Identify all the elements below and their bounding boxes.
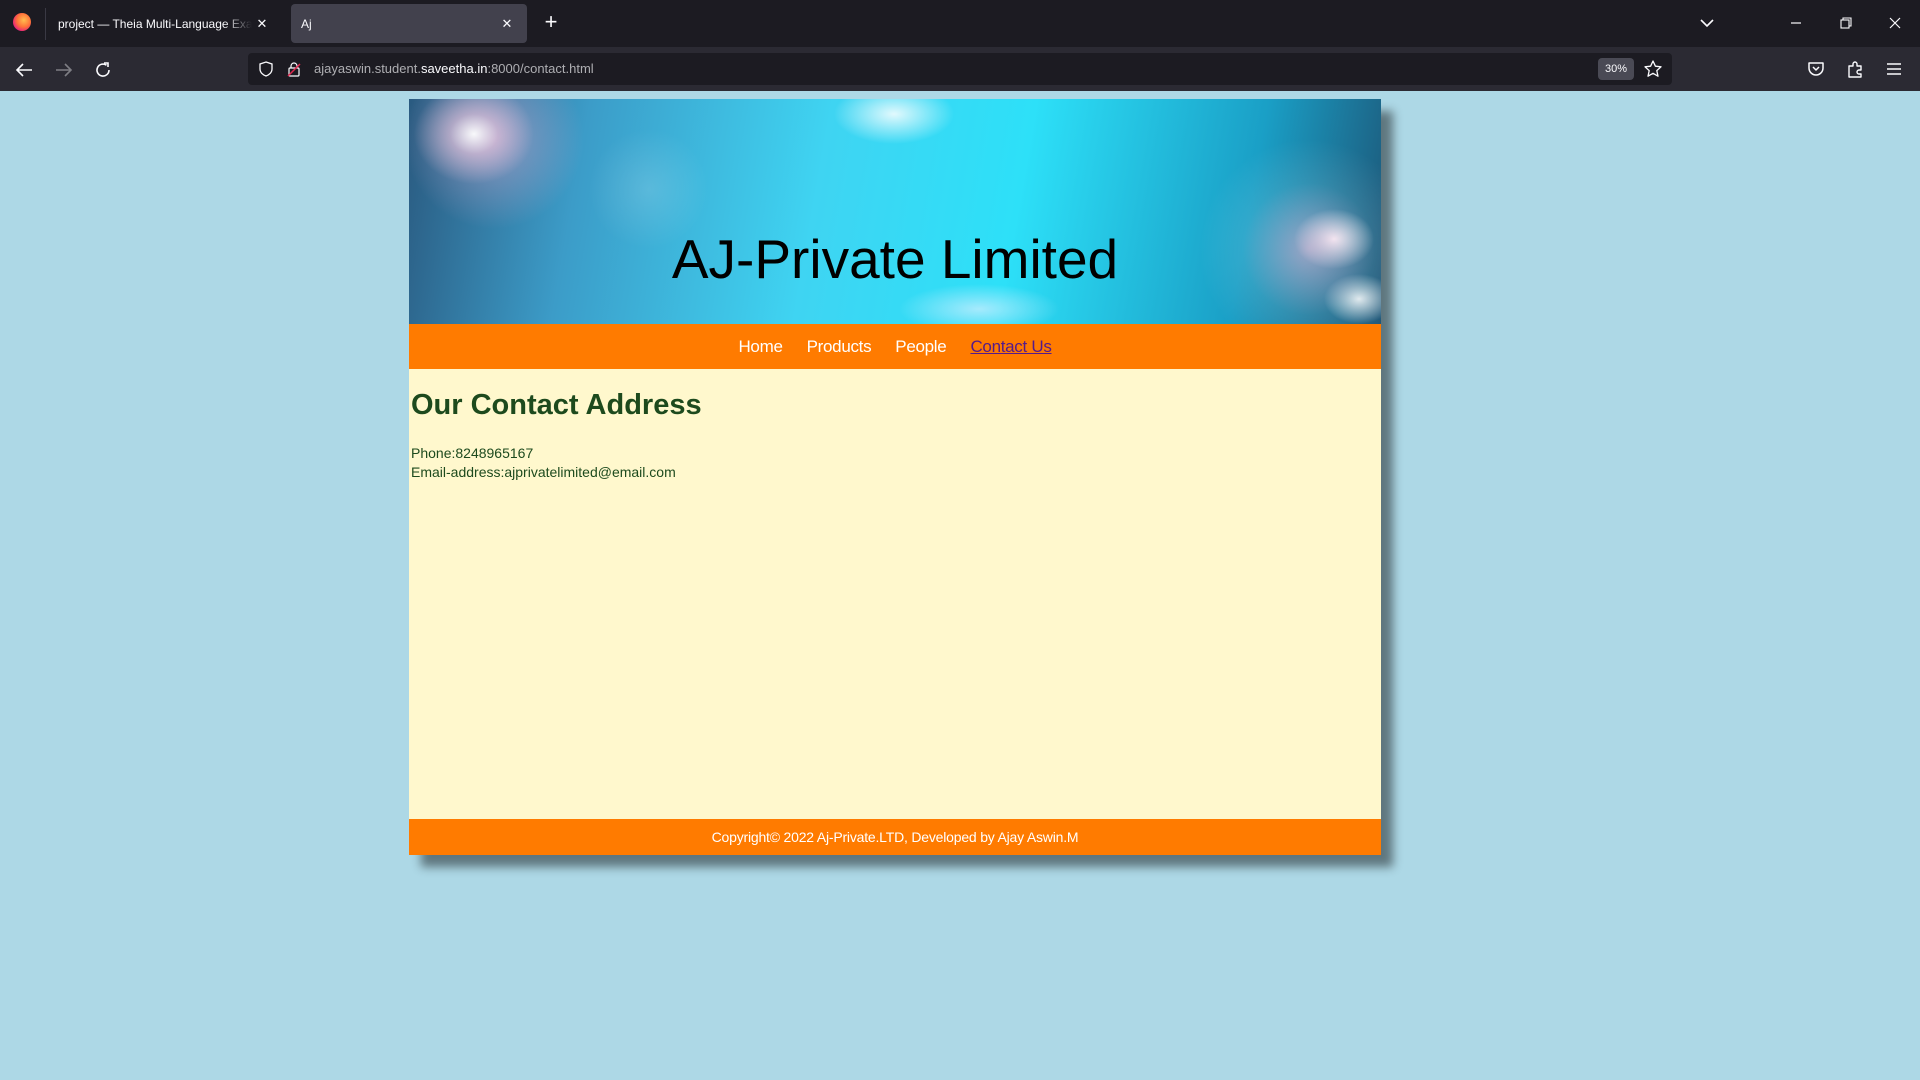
tab-separator <box>45 8 46 40</box>
close-icon[interactable]: ✕ <box>497 14 517 34</box>
url-path: :8000/contact.html <box>487 61 594 76</box>
firefox-logo-icon <box>13 13 31 31</box>
tab-title: Aj <box>301 16 312 31</box>
nav-link-contact-us[interactable]: Contact Us <box>970 337 1051 357</box>
site-container: AJ-Private Limited Home Products People … <box>409 99 1381 855</box>
header-banner: AJ-Private Limited <box>409 99 1381 324</box>
reload-icon[interactable] <box>90 57 116 83</box>
chevron-down-icon[interactable] <box>1695 11 1719 35</box>
nav-link-products[interactable]: Products <box>807 337 872 357</box>
phone-text: Phone:8248965167 <box>411 445 534 461</box>
back-arrow-icon[interactable] <box>11 57 37 83</box>
restore-icon[interactable] <box>1834 11 1858 35</box>
main-nav: Home Products People Contact Us <box>409 324 1381 369</box>
tab-project[interactable]: project — Theia Multi-Language Exam ✕ <box>48 4 282 43</box>
footer-copyright: Copyright© 2022 Aj-Private.LTD, Develope… <box>409 819 1381 855</box>
nav-link-home[interactable]: Home <box>738 337 782 357</box>
shield-icon[interactable] <box>258 61 274 77</box>
browser-chrome: project — Theia Multi-Language Exam ✕ Aj… <box>0 0 1920 91</box>
new-tab-plus-icon[interactable]: + <box>540 11 562 34</box>
bookmark-star-icon[interactable] <box>1643 59 1663 79</box>
hamburger-menu-icon[interactable] <box>1883 58 1905 80</box>
close-icon[interactable]: ✕ <box>252 14 272 34</box>
forward-arrow-icon[interactable] <box>51 57 77 83</box>
close-window-icon[interactable] <box>1883 11 1907 35</box>
url-text[interactable]: ajayaswin.student.saveetha.in:8000/conta… <box>314 61 594 76</box>
tab-title: project — Theia Multi-Language Exam <box>58 16 252 31</box>
extensions-puzzle-icon[interactable] <box>1844 58 1866 80</box>
url-bar[interactable]: ajayaswin.student.saveetha.in:8000/conta… <box>248 53 1672 85</box>
url-prefix: ajayaswin.student. <box>314 61 421 76</box>
main-content: Our Contact Address Phone:8248965167 Ema… <box>409 369 1381 819</box>
tab-strip: project — Theia Multi-Language Exam ✕ Aj… <box>0 0 1920 47</box>
site-title: AJ-Private Limited <box>671 228 1119 290</box>
page-heading: Our Contact Address <box>411 389 702 421</box>
nav-link-people[interactable]: People <box>895 337 946 357</box>
email-text: Email-address:ajprivatelimited@email.com <box>411 464 676 480</box>
navigation-toolbar: ajayaswin.student.saveetha.in:8000/conta… <box>0 47 1920 91</box>
zoom-level-button[interactable]: 30% <box>1598 58 1635 80</box>
pocket-icon[interactable] <box>1805 58 1827 80</box>
url-domain: saveetha.in <box>420 61 488 76</box>
tab-aj[interactable]: Aj ✕ <box>291 4 527 43</box>
minimize-icon[interactable] <box>1784 11 1808 35</box>
lock-icon[interactable] <box>286 61 302 77</box>
